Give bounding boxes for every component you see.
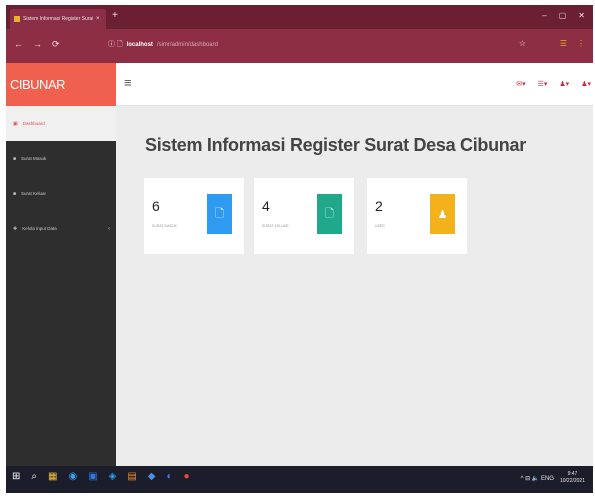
stat-card-surat-keluar[interactable]: 4 SURAT KELUAR 🗋 [254, 178, 354, 254]
chevron-left-icon: ‹ [108, 225, 110, 232]
stat-label: SURAT MASUK [152, 224, 177, 228]
reload-icon[interactable]: ⟳ [52, 39, 60, 50]
dashboard-icon: ▣ [13, 120, 18, 127]
page-title: Sistem Informasi Register Surat Desa Cib… [145, 135, 526, 155]
menu-toggle-icon[interactable]: ≡ [124, 75, 132, 90]
reading-list-icon[interactable]: ☰ [560, 39, 567, 48]
start-icon[interactable]: ⊞ [12, 471, 20, 482]
app-icon[interactable]: ▣ [88, 471, 97, 482]
back-icon[interactable]: ← [14, 39, 23, 50]
top-navbar: ≡ ✉▾ ☰▾ ♟▾ ♟▾ [116, 63, 593, 106]
brand-logo[interactable]: CIBUNAR [6, 63, 116, 106]
maximize-icon[interactable]: ▢ [559, 11, 567, 20]
brand-name: CIBUNAR [10, 77, 66, 92]
tab-title: Sistem Informasi Register Surat D [23, 16, 93, 22]
address-bar: ← → ⟳ ⓘ 🗋 localhost /simr/admin/dashboar… [6, 29, 593, 63]
stat-count: 6 [152, 198, 160, 214]
app-icon[interactable]: ◐ [167, 471, 173, 482]
plus-icon: ✚ [13, 225, 18, 232]
firefox-icon[interactable]: ● [184, 471, 190, 482]
stat-label: SURAT KELUAR [262, 224, 289, 228]
app-icon[interactable]: ▤ [127, 471, 136, 482]
sidebar-item-surat-masuk[interactable]: ■ Surat Masuk [6, 141, 116, 176]
search-icon[interactable]: ⌕ [31, 471, 37, 482]
outbox-icon: ■ [13, 190, 17, 197]
clock[interactable]: 9:47 10/22/2021 [560, 471, 585, 485]
clock-time: 9:47 [567, 471, 578, 477]
clock-date: 10/22/2021 [559, 478, 585, 484]
alerts-dropdown-icon[interactable]: ♟▾ [559, 80, 569, 88]
editor-icon[interactable]: ◈ [109, 471, 117, 482]
system-tray: ^ ⊟ 🔈 ENG 9:47 10/22/2021 [521, 471, 585, 485]
taskbar: ⊞ ⌕ ▦ ◉ ▣ ◈ ▤ ◆ ◐ ● ^ ⊟ 🔈 ENG 9:47 10/22… [6, 466, 593, 493]
forward-icon[interactable]: → [33, 39, 42, 50]
sidebar-item-kelola-input-data[interactable]: ✚ Kelola Input Data ‹ [6, 211, 116, 246]
messages-dropdown-icon[interactable]: ✉▾ [516, 80, 525, 88]
window-controls: – ▢ ✕ [542, 11, 585, 20]
tab-bar: Sistem Informasi Register Surat D × + – … [6, 5, 593, 29]
stat-card-surat-masuk[interactable]: 6 SURAT MASUK 🗋 [144, 178, 244, 254]
file-explorer-icon[interactable]: ▦ [48, 471, 57, 482]
sidebar-item-dashboard[interactable]: ▣ Dashboard [6, 106, 116, 141]
more-menu-icon[interactable]: ⋮ [577, 39, 585, 48]
browser-menu: ☰ ⋮ [560, 39, 585, 48]
bookmark-star-icon[interactable]: ☆ [519, 39, 526, 48]
browser-window: Sistem Informasi Register Surat D × + – … [6, 5, 593, 493]
stat-label: USER [375, 224, 385, 228]
sidebar-item-label: Dashboard [22, 121, 45, 126]
tab-close-icon[interactable]: × [96, 16, 100, 22]
user-icon: ♟ [430, 194, 455, 234]
site-info-icon[interactable]: ⓘ 🗋 [108, 39, 123, 51]
sidebar-item-surat-keluar[interactable]: ■ Surat Keluar [6, 176, 116, 211]
inbox-icon: ■ [13, 155, 17, 162]
stat-card-user[interactable]: 2 USER ♟ [367, 178, 467, 254]
minimize-icon[interactable]: – [542, 11, 546, 20]
app-icon[interactable]: ◆ [148, 471, 156, 482]
url-field[interactable]: ⓘ 🗋 localhost /simr/admin/dashboard ☆ [106, 36, 566, 54]
sidebar-item-label: Kelola Input Data [22, 226, 57, 231]
url-host: localhost [126, 42, 153, 48]
url-path: /simr/admin/dashboard [156, 42, 218, 48]
browser-icon[interactable]: ◉ [68, 471, 77, 482]
new-tab-icon[interactable]: + [112, 11, 118, 21]
document-icon: 🗋 [207, 194, 232, 234]
sidebar: ▣ Dashboard ■ Surat Masuk ■ Surat Keluar… [6, 106, 116, 466]
browser-tab[interactable]: Sistem Informasi Register Surat D × [10, 9, 106, 29]
nav-buttons: ← → ⟳ [14, 39, 60, 50]
taskbar-apps: ⊞ ⌕ ▦ ◉ ▣ ◈ ▤ ◆ ◐ ● [12, 471, 190, 482]
sidebar-item-label: Surat Keluar [21, 191, 47, 196]
user-dropdown-icon[interactable]: ♟▾ [581, 80, 591, 88]
sidebar-item-label: Surat Masuk [21, 156, 47, 161]
navbar-icons: ✉▾ ☰▾ ♟▾ ♟▾ [516, 80, 591, 88]
document-icon: 🗋 [317, 194, 342, 234]
stat-count: 2 [375, 198, 383, 214]
stat-count: 4 [262, 198, 270, 214]
tray-icons[interactable]: ^ ⊟ 🔈 ENG [521, 475, 554, 482]
main-content: Sistem Informasi Register Surat Desa Cib… [116, 106, 593, 466]
close-window-icon[interactable]: ✕ [578, 11, 585, 20]
favicon-icon [14, 16, 20, 22]
tasks-dropdown-icon[interactable]: ☰▾ [538, 80, 548, 88]
